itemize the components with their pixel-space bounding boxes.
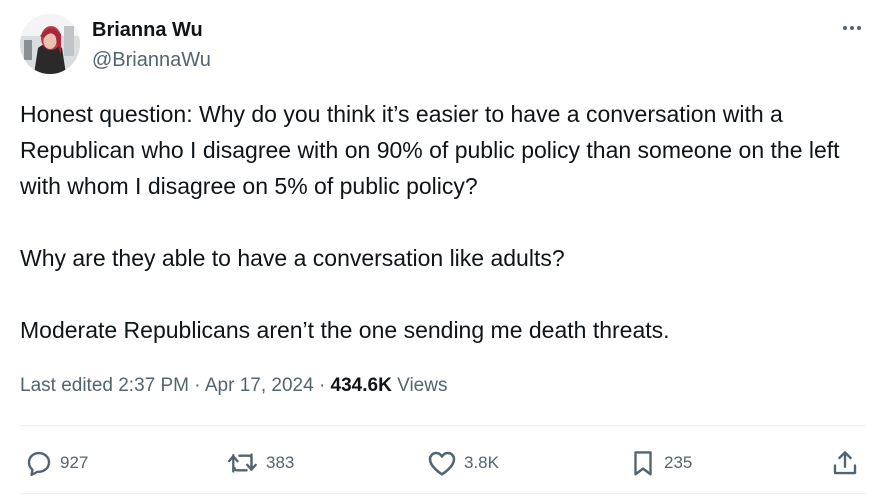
tweet-date[interactable]: Apr 17, 2024 (205, 375, 314, 396)
author-handle[interactable]: @BriannaWu (92, 48, 211, 72)
repost-button[interactable]: 383 (226, 448, 294, 478)
bookmark-button[interactable]: 235 (628, 448, 692, 478)
views-label: Views (397, 375, 448, 396)
tweet-paragraph: Moderate Republicans aren’t the one send… (20, 317, 670, 343)
repost-icon (227, 453, 257, 473)
avatar-image (20, 14, 80, 74)
author-name[interactable]: Brianna Wu (92, 18, 211, 42)
action-bar: 927 383 3.8K 235 (20, 440, 866, 484)
tweet-meta: Last edited 2:37 PM · Apr 17, 2024 · 434… (20, 372, 447, 400)
tweet-paragraph: Honest question: Why do you think it’s e… (20, 101, 840, 199)
tweet-text: Honest question: Why do you think it’s e… (20, 96, 868, 348)
share-button[interactable] (830, 448, 860, 478)
views-count: 434.6K (330, 375, 392, 396)
tweet-paragraph: Why are they able to have a conversation… (20, 245, 565, 271)
edited-timestamp[interactable]: Last edited 2:37 PM (20, 375, 189, 396)
divider (20, 493, 866, 494)
reply-count: 927 (60, 453, 89, 472)
repost-count: 383 (266, 453, 295, 472)
reply-icon (27, 451, 51, 477)
like-button[interactable]: 3.8K (426, 448, 499, 478)
bookmark-icon (634, 451, 652, 476)
share-icon (833, 451, 857, 475)
more-options-icon[interactable] (836, 18, 868, 38)
bookmark-count: 235 (664, 453, 693, 472)
tweet-header: Brianna Wu @BriannaWu (20, 14, 870, 76)
meta-separator: · (318, 375, 326, 396)
heart-icon (428, 451, 456, 476)
meta-separator: · (194, 375, 201, 396)
divider (20, 425, 866, 426)
avatar[interactable] (20, 14, 80, 74)
like-count: 3.8K (464, 453, 499, 472)
author-names: Brianna Wu @BriannaWu (92, 18, 211, 72)
reply-button[interactable]: 927 (24, 448, 88, 478)
